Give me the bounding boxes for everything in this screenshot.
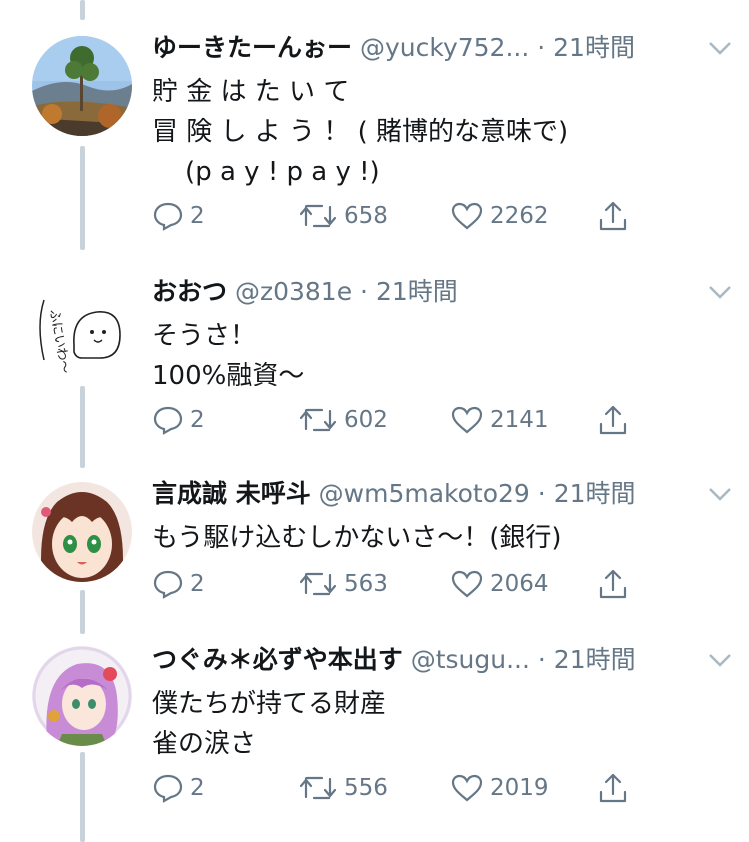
display-name[interactable]: つぐみ＊必ずや本出す [152,645,403,674]
retweet-count: 658 [344,203,388,229]
chevron-down-icon[interactable] [705,648,735,672]
tweet-header: つぐみ＊必ずや本出す @tsugu... · 21時間 [152,640,729,680]
reply-button[interactable]: 2 [152,196,205,236]
timestamp[interactable]: 21時間 [554,645,636,674]
user-handle[interactable]: @wm5makoto29 [319,479,530,508]
heart-icon [451,570,483,598]
chevron-down-icon[interactable] [705,36,735,60]
heart-icon [451,774,483,802]
avatar[interactable]: ふにいわ〜 [32,280,132,380]
like-button[interactable]: 2019 [450,768,549,808]
separator: · [529,645,554,674]
reply-count: 2 [190,407,205,433]
retweet-count: 556 [344,775,388,801]
separator: · [529,479,554,508]
tweet-line: そうさ！ [152,321,257,351]
user-handle[interactable]: @tsugu... [411,645,530,674]
share-icon [599,201,627,231]
reply-icon [153,774,183,803]
separator: · [352,277,376,306]
share-icon [599,405,627,435]
tweet[interactable]: つぐみ＊必ずや本出す @tsugu... · 21時間 僕たちが持てる財産 雀の涙… [0,640,749,830]
separator: · [529,33,554,62]
retweet-button[interactable]: 602 [298,400,388,440]
avatar[interactable] [32,482,132,582]
retweet-icon [299,572,337,596]
tweet-header: ゆーきたーんぉー @yucky752... · 21時間 [152,28,729,68]
tweet-line: もう駆け込むしかないさ〜！(銀行) [152,523,562,553]
action-bar: 2 658 2262 [152,196,652,236]
reply-icon [153,570,183,599]
tweet-line: 僕たちが持てる財産 [152,689,387,719]
display-name[interactable]: おおつ [152,277,227,306]
like-button[interactable]: 2064 [450,564,549,604]
like-button[interactable]: 2262 [450,196,549,236]
share-icon [599,569,627,599]
tweet-header: おおつ @z0381e · 21時間 [152,272,729,312]
tweet-text: 僕たちが持てる財産 雀の涙さ [152,684,386,764]
tweet-text: もう駆け込むしかないさ〜！(銀行) [152,518,562,558]
avatar[interactable] [32,36,132,136]
timestamp[interactable]: 21時間 [554,479,636,508]
chevron-down-icon[interactable] [705,482,735,506]
thread-line-top [80,0,85,20]
heart-icon [451,202,483,230]
retweet-count: 563 [344,571,388,597]
tweet-line: 冒 険 し よ う ！ ( 賭博的な意味で) [152,117,569,147]
retweet-count: 602 [344,407,388,433]
reply-icon [153,202,183,231]
share-button[interactable] [598,564,634,604]
heart-icon [451,406,483,434]
user-handle[interactable]: @yucky752... [360,33,529,62]
action-bar: 2 556 2019 [152,768,652,808]
tweet-line: (p a y ! p a y !) [152,157,380,187]
reply-button[interactable]: 2 [152,768,205,808]
tweet-text: 貯 金 は た い て冒 険 し よ う ！ ( 賭博的な意味で) (p a y… [152,72,568,192]
reply-count: 2 [190,203,205,229]
tweet[interactable]: ゆーきたーんぉー @yucky752... · 21時間 貯 金 は た い て… [0,28,749,250]
retweet-button[interactable]: 563 [298,564,388,604]
retweet-button[interactable]: 556 [298,768,388,808]
share-icon [599,773,627,803]
tweet-line: 100%融資〜 [152,361,305,391]
retweet-icon [299,408,337,432]
user-handle[interactable]: @z0381e [235,277,352,306]
chevron-down-icon[interactable] [705,280,735,304]
like-count: 2064 [490,571,549,597]
reply-button[interactable]: 2 [152,564,205,604]
reply-count: 2 [190,571,205,597]
reply-icon [153,406,183,435]
reply-button[interactable]: 2 [152,400,205,440]
tweet-header: 言成誠 未呼斗 @wm5makoto29 · 21時間 [152,474,729,514]
reply-count: 2 [190,775,205,801]
timestamp[interactable]: 21時間 [553,33,635,62]
share-button[interactable] [598,196,634,236]
action-bar: 2 602 2141 [152,400,652,440]
share-button[interactable] [598,400,634,440]
action-bar: 2 563 2064 [152,564,652,604]
share-button[interactable] [598,768,634,808]
tweet[interactable]: ふにいわ〜 おおつ @z0381e · 21時間 そうさ！ 100%融資〜 2 6… [0,272,749,462]
like-count: 2019 [490,775,549,801]
display-name[interactable]: ゆーきたーんぉー [152,33,352,62]
tweet-text: そうさ！ 100%融資〜 [152,316,304,396]
tweet[interactable]: 言成誠 未呼斗 @wm5makoto29 · 21時間 もう駆け込むしかないさ〜… [0,474,749,624]
retweet-icon [299,776,337,800]
like-count: 2262 [490,203,549,229]
display-name[interactable]: 言成誠 未呼斗 [152,479,311,508]
tweet-line: 貯 金 は た い て [152,77,350,107]
avatar[interactable] [32,646,132,746]
timestamp[interactable]: 21時間 [376,277,458,306]
retweet-button[interactable]: 658 [298,196,388,236]
like-button[interactable]: 2141 [450,400,549,440]
retweet-icon [299,204,337,228]
like-count: 2141 [490,407,549,433]
tweet-line: 雀の涙さ [152,729,257,759]
